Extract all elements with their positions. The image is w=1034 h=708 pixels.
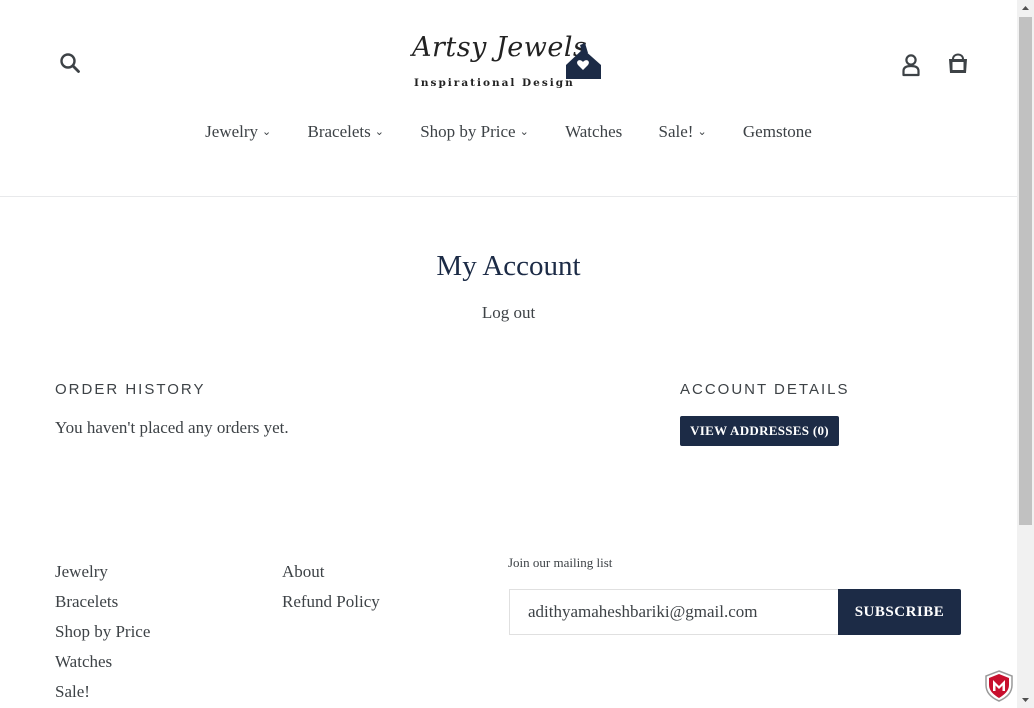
cart-icon — [949, 53, 967, 73]
nav-label: Sale! — [658, 122, 694, 141]
footer-link-bracelets[interactable]: Bracelets — [55, 587, 150, 617]
footer-link-sale[interactable]: Sale! — [55, 677, 150, 707]
user-icon — [902, 54, 920, 77]
nav-item-jewelry[interactable]: Jewelry ⌄ — [205, 122, 271, 142]
security-shield-icon[interactable] — [984, 670, 1014, 702]
view-addresses-button[interactable]: VIEW ADDRESSES (0) — [680, 416, 839, 446]
account-button[interactable] — [899, 52, 923, 78]
logout-link[interactable]: Log out — [482, 303, 535, 322]
chevron-down-icon: ⌄ — [697, 126, 707, 138]
cart-button[interactable] — [945, 50, 971, 76]
store-logo[interactable]: Artsy Jewels Inspirational Design — [410, 32, 610, 94]
chevron-down-icon: ⌄ — [262, 126, 272, 138]
logo-script: Artsy Jewels — [412, 32, 588, 63]
subscribe-button[interactable]: SUBSCRIBE — [838, 589, 961, 635]
account-details-heading: ACCOUNT DETAILS — [680, 381, 850, 398]
email-field[interactable]: adithyamaheshbariki@gmail.com — [509, 589, 838, 635]
nav-label: Jewelry — [205, 122, 259, 141]
nav-label: Gemstone — [742, 122, 812, 141]
footer-link-about[interactable]: About — [282, 557, 380, 587]
scrollbar-thumb[interactable] — [1019, 17, 1032, 525]
page-title: My Account — [436, 250, 581, 282]
nav-item-sale[interactable]: Sale! ⌄ — [659, 122, 707, 142]
footer-menu-info: About Refund Policy — [282, 557, 380, 617]
page: Artsy Jewels Inspirational Design Jewelr… — [0, 0, 1017, 708]
scroll-down-arrow-icon[interactable] — [1017, 691, 1034, 708]
orders-empty-message: You haven't placed any orders yet. — [55, 418, 289, 437]
mailing-list-label: Join our mailing list — [508, 555, 613, 570]
scroll-up-arrow-icon[interactable] — [1017, 0, 1034, 17]
logo-tagline: Inspirational Design — [414, 77, 575, 89]
footer-link-watches[interactable]: Watches — [55, 647, 150, 677]
nav-item-bracelets[interactable]: Bracelets ⌄ — [308, 122, 384, 142]
footer-link-refund-policy[interactable]: Refund Policy — [282, 587, 380, 617]
footer-menu-main: Jewelry Bracelets Shop by Price Watches … — [55, 557, 150, 707]
footer-link-shop-by-price[interactable]: Shop by Price — [55, 617, 150, 647]
vertical-scrollbar[interactable] — [1017, 0, 1034, 708]
chevron-down-icon: ⌄ — [374, 126, 384, 138]
nav-item-watches[interactable]: Watches — [565, 122, 622, 142]
nav-label: Bracelets — [307, 122, 371, 141]
nav-item-gemstone[interactable]: Gemstone — [743, 122, 812, 142]
order-history-heading: ORDER HISTORY — [55, 381, 206, 398]
nav-item-shop-by-price[interactable]: Shop by Price ⌄ — [420, 122, 529, 142]
ring-box-icon — [566, 43, 601, 79]
chevron-down-icon: ⌄ — [519, 126, 529, 138]
nav-label: Watches — [565, 122, 623, 141]
logout-row: Log out — [0, 303, 1017, 323]
main-nav: Jewelry ⌄ Bracelets ⌄ Shop by Price ⌄ Watch… — [0, 122, 1017, 142]
search-button[interactable] — [58, 51, 84, 77]
footer-link-jewelry[interactable]: Jewelry — [55, 557, 150, 587]
nav-label: Shop by Price — [420, 122, 516, 141]
search-icon — [60, 53, 80, 73]
header-divider — [0, 196, 1017, 197]
